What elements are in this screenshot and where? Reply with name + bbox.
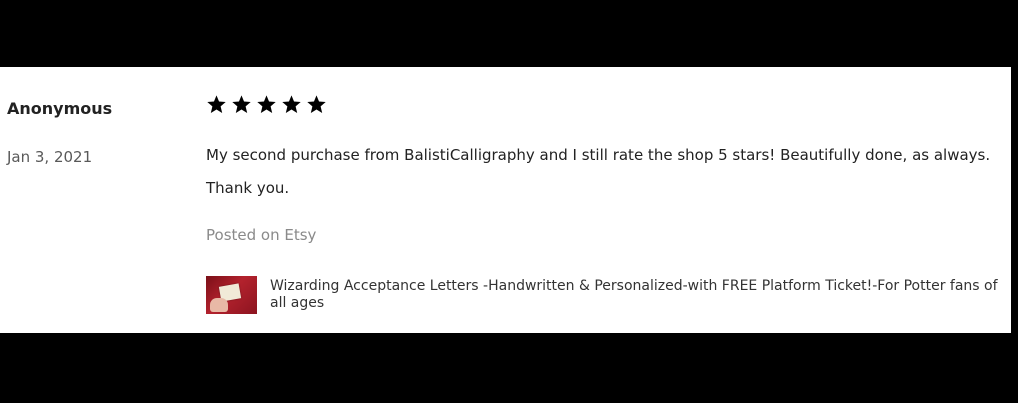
product-title[interactable]: Wizarding Acceptance Letters -Handwritte… xyxy=(270,278,1010,312)
star-icon xyxy=(257,95,276,113)
star-icon xyxy=(307,95,326,113)
hand-graphic xyxy=(210,298,228,312)
posted-on-label: Posted on Etsy xyxy=(206,226,317,244)
review-text: My second purchase from BalistiCalligrap… xyxy=(206,146,991,197)
product-thumbnail[interactable] xyxy=(206,276,257,314)
product-link[interactable]: Wizarding Acceptance Letters -Handwritte… xyxy=(206,276,1006,316)
review-card: Anonymous Jan 3, 2021 My second purchase… xyxy=(0,67,1011,333)
star-icon xyxy=(232,95,251,113)
review-date: Jan 3, 2021 xyxy=(7,148,93,166)
star-icon xyxy=(207,95,226,113)
reviewer-name: Anonymous xyxy=(7,99,113,118)
star-icon xyxy=(282,95,301,113)
star-rating xyxy=(206,94,327,115)
screenshot-frame: Anonymous Jan 3, 2021 My second purchase… xyxy=(0,0,1018,403)
